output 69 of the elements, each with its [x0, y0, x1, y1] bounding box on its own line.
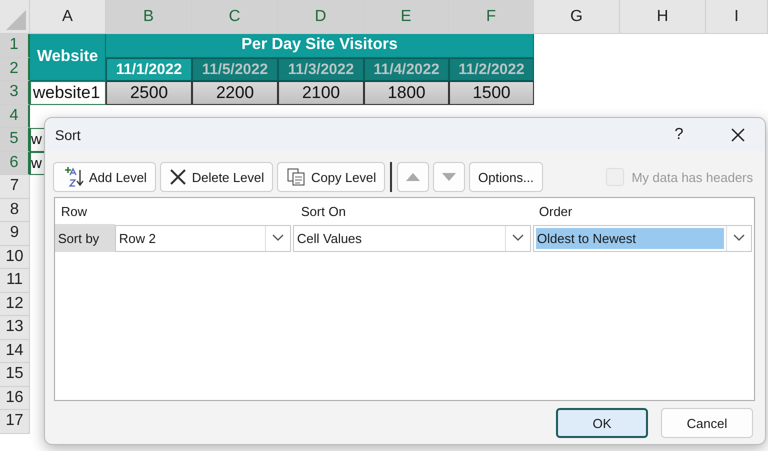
- column-header[interactable]: E: [364, 0, 449, 34]
- ok-button[interactable]: OK: [556, 408, 648, 438]
- checkbox-label: My data has headers: [632, 170, 753, 184]
- chevron-down-icon: [272, 234, 284, 242]
- dialog-title: Sort: [55, 126, 82, 142]
- delete-level-button[interactable]: Delete Level: [160, 162, 274, 192]
- row-header[interactable]: 16: [0, 386, 30, 410]
- row-header[interactable]: 4: [0, 104, 30, 128]
- options-button[interactable]: Options...: [469, 162, 543, 192]
- close-icon: [168, 168, 187, 186]
- column-header: Sort On: [300, 204, 347, 218]
- column-header: Order: [538, 204, 574, 218]
- table-cell: 1500: [449, 81, 534, 104]
- cell-text: w: [31, 154, 42, 172]
- table-cell: Website: [30, 34, 106, 81]
- table-cell: 11/5/2022: [192, 58, 278, 81]
- row-header[interactable]: 17: [0, 410, 30, 434]
- column-header[interactable]: B: [106, 0, 192, 34]
- table-cell: 2500: [106, 81, 192, 104]
- close-icon[interactable]: [731, 128, 745, 142]
- table-cell: 2100: [278, 81, 364, 104]
- move-down-button[interactable]: [433, 162, 466, 192]
- table-cell: 11/3/2022: [278, 58, 364, 81]
- row-header[interactable]: 6: [0, 152, 30, 175]
- chevron-down-icon: [733, 234, 745, 242]
- copy-icon: [286, 167, 306, 187]
- row-header[interactable]: 15: [0, 363, 30, 386]
- dropdown[interactable]: Oldest to Newest: [533, 224, 752, 252]
- row-header[interactable]: 2: [0, 58, 30, 81]
- arrow-down-icon: [442, 173, 456, 181]
- row-header[interactable]: 13: [0, 316, 30, 340]
- move-up-button[interactable]: [397, 162, 430, 192]
- column-header[interactable]: C: [192, 0, 278, 34]
- table-cell: 11/2/2022: [449, 58, 534, 81]
- chevron-down-icon: [512, 234, 524, 242]
- column-header: Row: [60, 204, 88, 218]
- table-cell: 2200: [192, 81, 278, 104]
- column-header[interactable]: G: [534, 0, 620, 34]
- add-level-button[interactable]: Add Level: [53, 162, 156, 192]
- dropdown[interactable]: Row 2: [115, 224, 291, 252]
- row-header[interactable]: 11: [0, 269, 30, 292]
- arrow-up-icon: [406, 173, 420, 181]
- column-header[interactable]: A: [30, 0, 106, 34]
- cell-text: w: [31, 131, 42, 148]
- table-cell: Per Day Site Visitors: [106, 34, 534, 58]
- table-cell: 11/4/2022: [364, 58, 449, 81]
- select-all-icon[interactable]: [6, 10, 26, 30]
- dropdown[interactable]: Cell Values: [293, 224, 531, 252]
- row-header[interactable]: 5: [0, 128, 30, 152]
- row-header[interactable]: 14: [0, 340, 30, 363]
- row-header[interactable]: 9: [0, 222, 30, 246]
- row-label: Sort by: [55, 224, 115, 252]
- row-header[interactable]: 3: [0, 81, 30, 104]
- column-header[interactable]: H: [620, 0, 706, 34]
- table-cell: 11/1/2022: [106, 58, 192, 81]
- row-header[interactable]: 10: [0, 246, 30, 269]
- row-header[interactable]: 7: [0, 175, 30, 198]
- row-header[interactable]: 12: [0, 292, 30, 316]
- table-cell: website1: [30, 81, 106, 104]
- row-header[interactable]: 1: [0, 34, 30, 58]
- row-header[interactable]: 8: [0, 198, 30, 222]
- help-button[interactable]: ?: [667, 126, 691, 144]
- table-cell: 1800: [364, 81, 449, 104]
- sort-add-icon: [62, 166, 84, 188]
- column-header[interactable]: I: [706, 0, 768, 34]
- cancel-button[interactable]: Cancel: [661, 408, 753, 438]
- column-header[interactable]: D: [278, 0, 364, 34]
- copy-level-button[interactable]: Copy Level: [277, 162, 386, 192]
- column-header[interactable]: F: [449, 0, 534, 34]
